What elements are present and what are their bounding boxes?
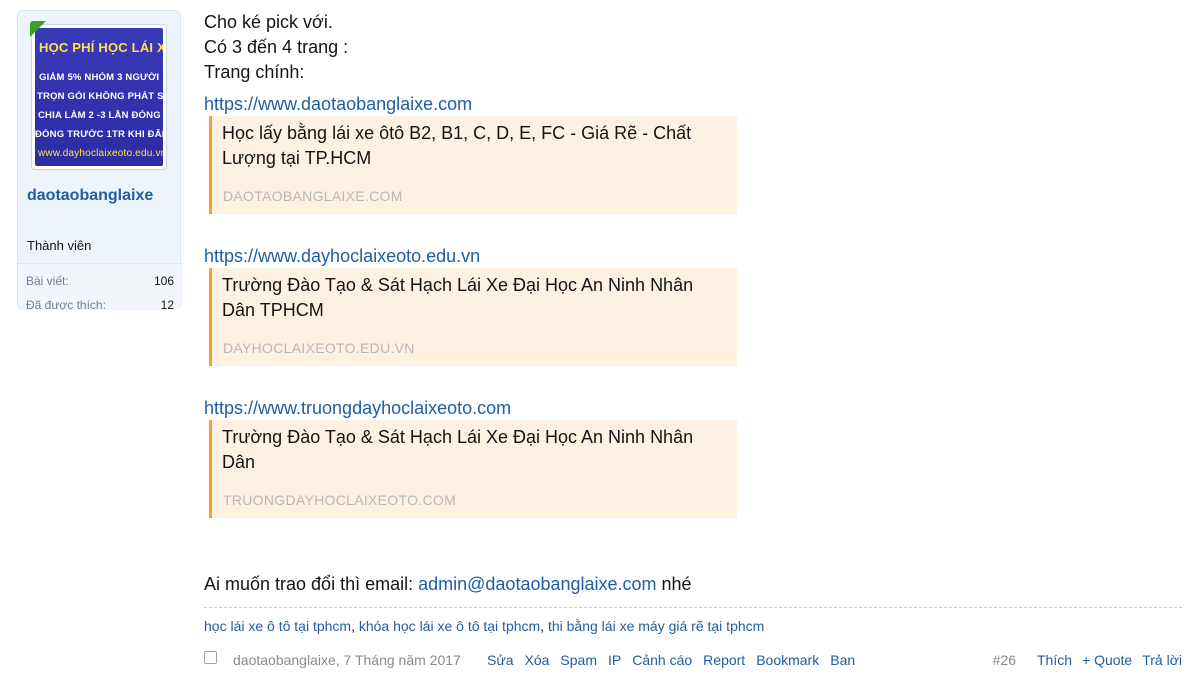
reply-link[interactable]: Trả lời — [1142, 652, 1182, 668]
warn-link[interactable]: Cảnh cáo — [632, 652, 692, 668]
post-footer: daotaobanglaixe, 7 Tháng năm 2017 Sửa Xóa… — [204, 650, 1182, 672]
avatar-text-line: TRỌN GÓI KHÔNG PHÁT SINH — [37, 91, 163, 102]
ban-link[interactable]: Ban — [830, 652, 855, 668]
spam-link[interactable]: Spam — [560, 652, 597, 668]
email-link[interactable]: admin@daotaobanglaixe.com — [418, 574, 656, 594]
url-link[interactable]: https://www.dayhoclaixeoto.edu.vn — [204, 244, 480, 269]
message-line: Cho ké pick với. — [204, 12, 333, 32]
like-link[interactable]: Thích — [1037, 652, 1072, 668]
avatar-text-line: www.dayhoclaixeoto.edu.vn — [38, 148, 163, 159]
link-preview[interactable]: Học lấy bằng lái xe ôtô B2, B1, C, D, E,… — [209, 116, 737, 214]
message-line: Có 3 đến 4 trang : — [204, 37, 349, 57]
tag-link[interactable]: thi bằng lái xe máy giá rẽ tại tphcm — [548, 618, 764, 634]
message-body: Cho ké pick với. Có 3 đến 4 trang : Tran… — [204, 10, 1184, 85]
tag-link[interactable]: học lái xe ô tô tại tphcm — [204, 618, 351, 634]
link-preview[interactable]: Trường Đào Tạo & Sát Hạch Lái Xe Đại Học… — [209, 268, 737, 366]
contact-suffix: nhé — [656, 574, 692, 594]
stat-value: 12 — [160, 298, 174, 312]
bookmark-link[interactable]: Bookmark — [756, 652, 819, 668]
message-line: Trang chính: — [204, 62, 305, 82]
avatar-text-line: ĐÓNG TRƯỚC 1TR KHI ĐĂNG KÝ — [35, 129, 163, 140]
contact-line: Ai muốn trao đổi thì email: admin@daotao… — [204, 572, 692, 597]
link-preview[interactable]: Trường Đào Tạo & Sát Hạch Lái Xe Đại Học… — [209, 420, 737, 518]
divider — [204, 607, 1182, 608]
select-checkbox[interactable] — [204, 651, 217, 664]
username-link[interactable]: daotaobanglaixe — [27, 187, 177, 205]
avatar[interactable]: HỌC PHÍ HỌC LÁI XE B1 - GIẢM 5% NHÓM 3 N… — [31, 24, 167, 170]
link-preview-domain: DAOTAOBANGLAIXE.COM — [223, 188, 403, 204]
stat-label: Bài viết: — [26, 274, 69, 288]
link-preview-domain: TRUONGDAYHOCLAIXEOTO.COM — [223, 492, 457, 508]
stat-label: Đã được thích: — [26, 298, 106, 312]
avatar-text-line: HỌC PHÍ HỌC LÁI XE B1 - — [39, 40, 163, 55]
avatar-text-line: GIẢM 5% NHÓM 3 NGƯỜI — [39, 72, 160, 83]
post-actions: #26 Thích + Quote Trả lời — [993, 652, 1182, 668]
stat-value: 106 — [153, 274, 174, 288]
tag-separator: , — [540, 618, 548, 634]
report-link[interactable]: Report — [703, 652, 745, 668]
quote-link[interactable]: + Quote — [1082, 652, 1132, 668]
tag-list: học lái xe ô tô tại tphcm, khóa học lái … — [204, 618, 764, 634]
stat-likes: Đã được thích: 12 — [26, 298, 174, 314]
url-link[interactable]: https://www.truongdayhoclaixeoto.com — [204, 396, 511, 421]
user-stats: Bài viết: 106 Đã được thích: 12 — [18, 263, 182, 312]
user-title: Thành viên — [27, 238, 92, 253]
link-preview-domain: DAYHOCLAIXEOTO.EDU.VN — [223, 340, 415, 356]
contact-prefix: Ai muốn trao đổi thì email: — [204, 574, 419, 594]
ribbon-icon — [30, 21, 46, 37]
tag-link[interactable]: khóa học lái xe ô tô tại tphcm — [359, 618, 540, 634]
edit-link[interactable]: Sửa — [487, 652, 514, 668]
post-meta[interactable]: daotaobanglaixe, 7 Tháng năm 2017 — [233, 652, 461, 668]
user-card: HỌC PHÍ HỌC LÁI XE B1 - GIẢM 5% NHÓM 3 N… — [17, 10, 182, 312]
link-preview-title[interactable]: Học lấy bằng lái xe ôtô B2, B1, C, D, E,… — [222, 121, 727, 171]
url-link[interactable]: https://www.daotaobanglaixe.com — [204, 92, 472, 117]
link-preview-title[interactable]: Trường Đào Tạo & Sát Hạch Lái Xe Đại Học… — [222, 425, 727, 475]
avatar-image[interactable]: HỌC PHÍ HỌC LÁI XE B1 - GIẢM 5% NHÓM 3 N… — [35, 28, 163, 166]
tag-separator: , — [351, 618, 359, 634]
avatar-text-line: CHIA LÀM 2 -3 LẦN ĐÓNG — [38, 110, 161, 121]
link-preview-title[interactable]: Trường Đào Tạo & Sát Hạch Lái Xe Đại Học… — [222, 273, 727, 323]
stat-posts: Bài viết: 106 — [26, 274, 174, 290]
post-number[interactable]: #26 — [993, 652, 1016, 668]
delete-link[interactable]: Xóa — [525, 652, 550, 668]
moderation-actions: Sửa Xóa Spam IP Cảnh cáo Report Bookmark Ban — [487, 652, 866, 668]
ip-link[interactable]: IP — [608, 652, 621, 668]
